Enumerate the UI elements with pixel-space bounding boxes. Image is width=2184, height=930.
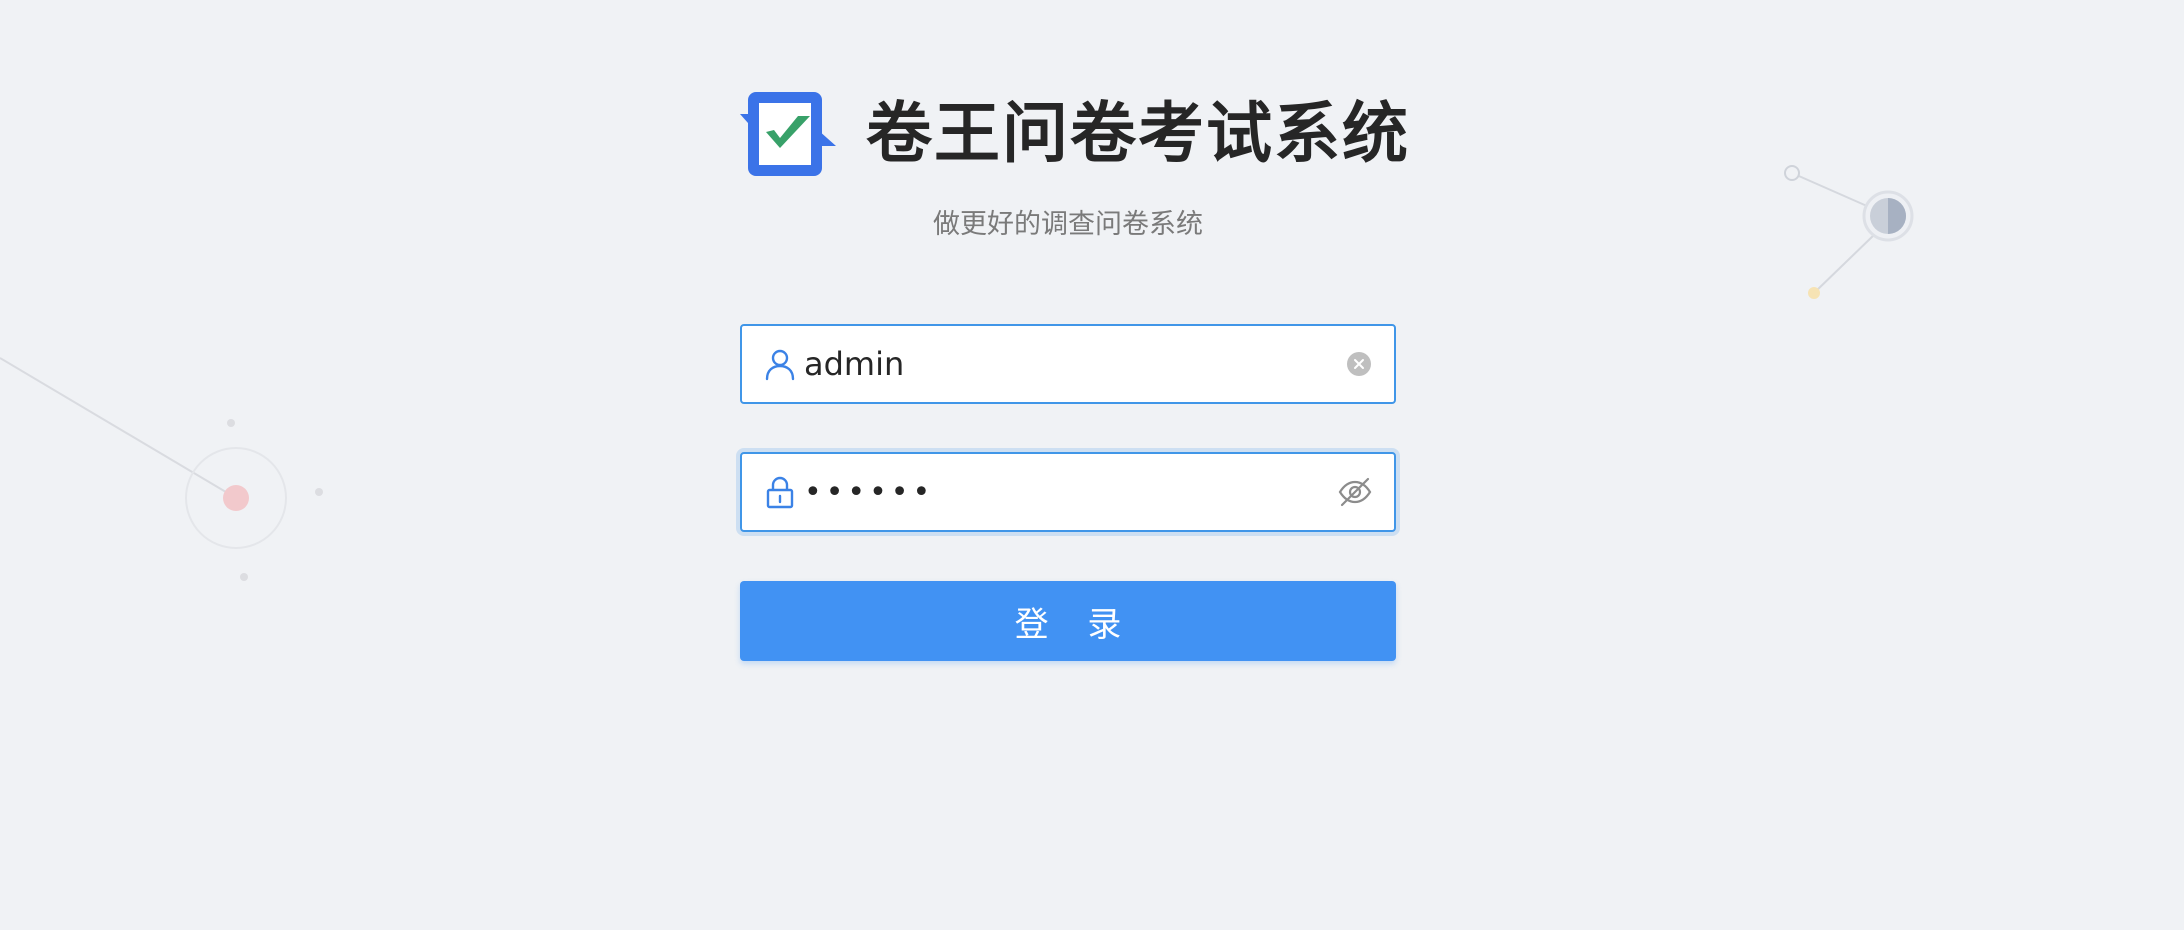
app-title: 卷王问卷考试系统 xyxy=(866,95,1410,172)
checkbox-check-logo xyxy=(740,92,836,176)
user-icon xyxy=(765,349,795,381)
eye-slash-icon[interactable] xyxy=(1338,477,1372,507)
lock-icon xyxy=(766,476,794,509)
username-input[interactable] xyxy=(804,334,1346,394)
username-field[interactable] xyxy=(740,324,1396,404)
login-button[interactable]: 登 录 xyxy=(740,581,1396,661)
password-input[interactable] xyxy=(804,462,1338,522)
password-field[interactable] xyxy=(740,452,1396,532)
clear-icon[interactable] xyxy=(1346,351,1372,377)
app-subtitle: 做更好的调查问卷系统 xyxy=(933,209,1203,240)
app-header: 卷王问卷考试系统 xyxy=(740,84,1408,184)
